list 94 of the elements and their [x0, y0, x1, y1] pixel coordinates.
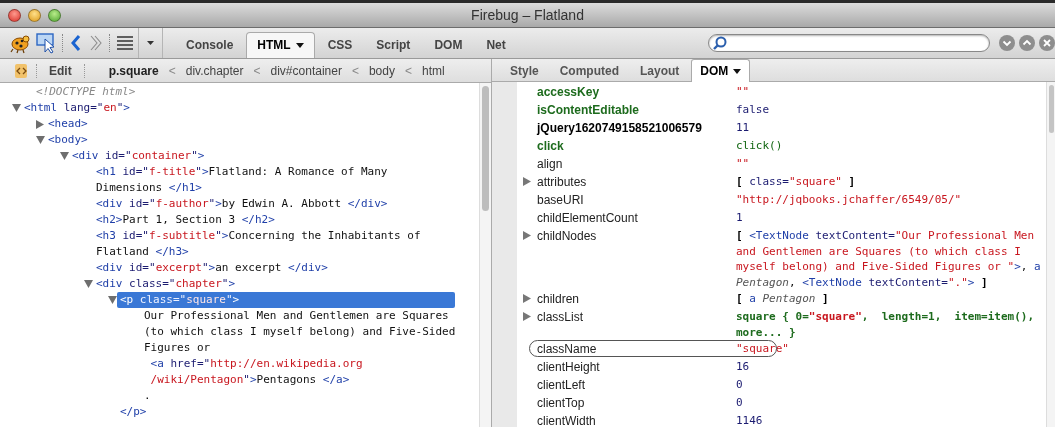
- side-panel-tab[interactable]: Computed: [550, 59, 628, 82]
- panel-tab[interactable]: HTML: [246, 32, 315, 58]
- side-panel-tab[interactable]: Layout: [631, 59, 689, 82]
- property-value: 0: [736, 377, 743, 393]
- disclosure-triangle-icon[interactable]: [59, 152, 69, 161]
- panel-tab[interactable]: DOM: [423, 32, 474, 58]
- scrollbar[interactable]: [1046, 82, 1055, 427]
- property-value: "http://jqbooks.jchaffer/6549/05/": [736, 192, 962, 208]
- panel-tab[interactable]: Console: [175, 32, 245, 58]
- window-title: Firebug – Flatland: [471, 7, 584, 23]
- panel-tab[interactable]: Net: [475, 32, 517, 58]
- disclosure-triangle-icon[interactable]: [523, 177, 531, 186]
- property-value: click(): [736, 138, 783, 154]
- close-icon[interactable]: [1039, 35, 1055, 51]
- breadcrumb[interactable]: html: [420, 63, 447, 78]
- disclosure-triangle-icon[interactable]: [35, 120, 45, 129]
- close-button[interactable]: [8, 8, 21, 22]
- property-name[interactable]: className: [537, 340, 597, 358]
- breadcrumb[interactable]: body: [366, 63, 397, 78]
- property-name[interactable]: click: [537, 137, 564, 155]
- minimize-button[interactable]: [28, 8, 41, 22]
- breadcrumb-separator: <: [252, 63, 262, 78]
- previous-match-icon[interactable]: [1019, 35, 1035, 51]
- search-field[interactable]: [708, 34, 990, 52]
- code-line[interactable]: <html lang="en">: [24, 100, 456, 116]
- property-name[interactable]: accessKey: [537, 83, 600, 101]
- code-line[interactable]: <body>: [48, 132, 456, 148]
- inspect-icon[interactable]: [36, 31, 56, 54]
- breadcrumb[interactable]: div.chapter: [183, 63, 246, 78]
- property-name[interactable]: children: [537, 290, 580, 308]
- menu-icon[interactable]: [116, 33, 134, 52]
- code-line[interactable]: <div id="excerpt">an excerpt </div>: [96, 260, 328, 276]
- property-value: "square": [736, 341, 789, 357]
- property-value: [ class="square" ]: [736, 174, 856, 190]
- dropdown-caret-icon[interactable]: [147, 40, 154, 45]
- disclosure-triangle-icon[interactable]: [523, 231, 531, 240]
- side-panel-tab[interactable]: DOM: [691, 59, 751, 82]
- code-line[interactable]: <h3 id="f-subtitle">Concerning the Inhabitants of Flatland </h3>: [96, 228, 421, 260]
- zoom-button[interactable]: [48, 8, 61, 22]
- code-line[interactable]: <div class="chapter">: [96, 276, 456, 292]
- code-line[interactable]: Our Professional Men and Gentlemen are Squares (to which class I myself belong) and Five-Sided Figures or: [144, 308, 456, 356]
- disclosure-triangle-icon[interactable]: [523, 294, 531, 303]
- code-line[interactable]: <head>: [48, 116, 88, 132]
- breadcrumb-separator: <: [350, 63, 360, 78]
- breadcrumb-separator: <: [167, 63, 177, 78]
- property-value: [ a Pentagon ]: [736, 291, 829, 307]
- disclosure-triangle-icon[interactable]: [35, 136, 45, 145]
- code-line[interactable]: .: [144, 388, 151, 404]
- disclosure-triangle-icon[interactable]: [523, 312, 531, 321]
- code-line[interactable]: </p>: [120, 404, 456, 420]
- property-name[interactable]: clientHeight: [537, 358, 600, 376]
- property-value: 0: [736, 395, 743, 411]
- panel-tab[interactable]: CSS: [316, 32, 364, 58]
- property-name[interactable]: isContentEditable: [537, 101, 639, 119]
- code-line[interactable]: <h2>Part 1, Section 3 </h2>: [96, 212, 275, 228]
- panel-tab[interactable]: Script: [365, 32, 422, 58]
- next-match-icon[interactable]: [999, 35, 1015, 51]
- breadcrumb[interactable]: p.square: [106, 63, 161, 78]
- property-name[interactable]: baseURI: [537, 191, 584, 209]
- breadcrumb-separator: <: [403, 63, 413, 78]
- property-value: [ <TextNode textContent="Our Professional Men and Gentlemen are Squares (to which class I myself belong) and Five-Sided Figures or ">, a Pentagon, <TextNode textContent="."> ]: [736, 228, 1041, 290]
- property-value: "": [736, 156, 750, 172]
- property-value: square { 0="square", length=1, item=item(), more... }: [736, 309, 1035, 340]
- disclosure-triangle-icon[interactable]: [11, 104, 21, 113]
- side-panel-tab[interactable]: Style: [501, 59, 548, 82]
- property-name[interactable]: attributes: [537, 173, 587, 191]
- scrollbar[interactable]: [479, 83, 491, 427]
- code-line[interactable]: <!DOCTYPE html>: [24, 84, 136, 100]
- property-name[interactable]: childElementCount: [537, 209, 638, 227]
- breadcrumb[interactable]: div#container: [268, 63, 344, 78]
- property-value: "": [736, 84, 750, 100]
- search-icon: [713, 36, 727, 50]
- property-value: 11: [736, 120, 750, 136]
- property-name[interactable]: childNodes: [537, 227, 597, 245]
- html-tag-icon[interactable]: [14, 62, 28, 79]
- property-name[interactable]: clientWidth: [537, 412, 596, 427]
- disclosure-triangle-icon[interactable]: [107, 296, 117, 305]
- code-line[interactable]: <a href="http://en.wikipedia.org /wiki/Pentagon">Pentagons </a>: [144, 356, 363, 388]
- property-value: 1146: [736, 413, 763, 427]
- edit-button[interactable]: Edit: [45, 63, 76, 78]
- property-name[interactable]: clientTop: [537, 394, 585, 412]
- property-name[interactable]: jQuery1620749158521006579: [537, 119, 702, 137]
- property-value: 16: [736, 359, 750, 375]
- property-name[interactable]: classList: [537, 308, 583, 326]
- property-name[interactable]: align: [537, 155, 563, 173]
- property-value: false: [736, 102, 770, 118]
- code-line[interactable]: <div id="container">: [72, 148, 456, 164]
- code-line[interactable]: <h1 id="f-title">Flatland: A Romance of Many Dimensions </h1>: [96, 164, 388, 196]
- forward-arrow-icon[interactable]: [88, 33, 103, 52]
- selected-node[interactable]: <p class="square">: [117, 292, 456, 308]
- code-line[interactable]: <div id="f-author">by Edwin A. Abbott </div>: [96, 196, 388, 212]
- property-value: 1: [736, 210, 743, 226]
- property-name[interactable]: clientLeft: [537, 376, 586, 394]
- disclosure-triangle-icon[interactable]: [83, 280, 93, 289]
